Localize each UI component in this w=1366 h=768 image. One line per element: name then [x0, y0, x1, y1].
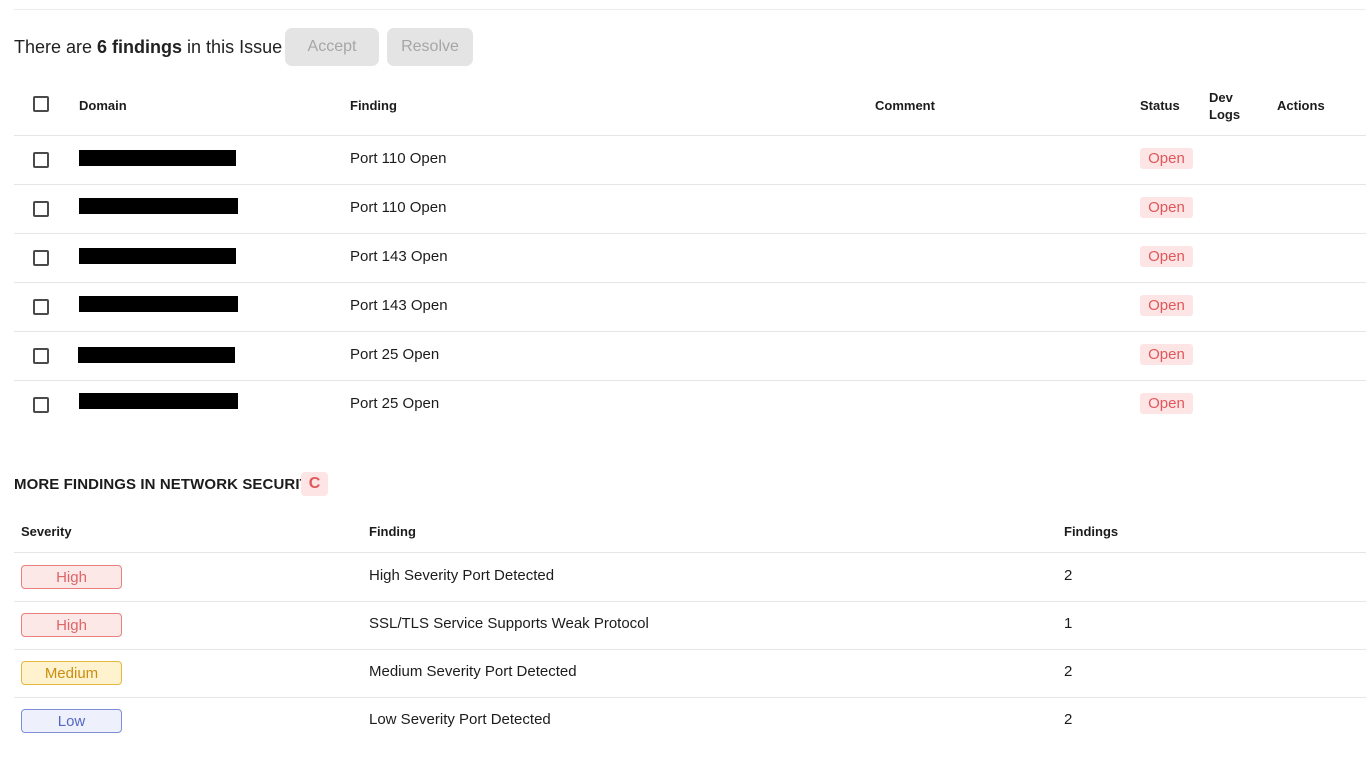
status-badge: Open — [1140, 393, 1193, 414]
status-badge: Open — [1140, 344, 1193, 365]
row-divider — [14, 331, 1366, 332]
row-divider — [14, 184, 1366, 185]
row-checkbox[interactable] — [33, 299, 49, 315]
mf-finding-count: 1 — [1064, 615, 1073, 632]
row-finding: Port 25 Open — [350, 395, 440, 412]
row-divider — [14, 380, 1366, 381]
mf-row-divider — [14, 601, 1366, 602]
row-finding: Port 25 Open — [350, 346, 440, 363]
severity-badge-high: High — [21, 565, 122, 589]
mf-header-divider — [14, 552, 1366, 553]
status-badge: Open — [1140, 148, 1193, 169]
row-checkbox[interactable] — [33, 348, 49, 364]
mf-finding-count: 2 — [1064, 663, 1073, 680]
redacted-domain — [79, 248, 236, 264]
findings-summary: There are 6 findings in this Issue — [14, 28, 282, 66]
summary-suffix: in this Issue — [182, 36, 283, 57]
dev-logs-line2: Logs — [1209, 107, 1241, 122]
dev-logs-line1: Dev — [1209, 90, 1233, 105]
redacted-domain — [79, 150, 236, 166]
mf-finding-count: 2 — [1064, 711, 1073, 728]
row-divider — [14, 282, 1366, 283]
row-checkbox[interactable] — [33, 397, 49, 413]
column-header-mf-finding[interactable]: Finding — [369, 524, 416, 539]
redacted-domain — [79, 393, 238, 409]
column-header-comment[interactable]: Comment — [875, 98, 935, 113]
select-all-checkbox[interactable] — [33, 96, 49, 112]
redacted-domain — [78, 347, 235, 363]
mf-finding-count: 2 — [1064, 567, 1073, 584]
column-header-dev-logs[interactable]: Dev Logs — [1209, 89, 1240, 123]
summary-count: 6 findings — [97, 36, 183, 57]
top-divider — [14, 9, 1366, 10]
column-header-status[interactable]: Status — [1140, 98, 1180, 113]
row-finding: Port 110 Open — [350, 150, 447, 167]
status-badge: Open — [1140, 246, 1193, 267]
row-checkbox[interactable] — [33, 201, 49, 217]
column-header-actions: Actions — [1277, 98, 1325, 113]
row-finding: Port 143 Open — [350, 297, 448, 314]
grade-badge: C — [301, 472, 328, 496]
severity-badge-high: High — [21, 613, 122, 637]
column-header-findings-count[interactable]: Findings — [1064, 524, 1118, 539]
column-header-finding[interactable]: Finding — [350, 98, 397, 113]
mf-row-divider — [14, 697, 1366, 698]
more-findings-title: MORE FINDINGS IN NETWORK SECURITY — [14, 475, 319, 493]
mf-row-divider — [14, 649, 1366, 650]
mf-finding-name[interactable]: Low Severity Port Detected — [369, 711, 551, 728]
status-badge: Open — [1140, 295, 1193, 316]
header-divider — [14, 135, 1366, 136]
redacted-domain — [79, 198, 238, 214]
status-badge: Open — [1140, 197, 1193, 218]
row-finding: Port 110 Open — [350, 199, 447, 216]
column-header-domain[interactable]: Domain — [79, 98, 127, 113]
row-finding: Port 143 Open — [350, 248, 448, 265]
row-checkbox[interactable] — [33, 152, 49, 168]
row-divider — [14, 233, 1366, 234]
mf-finding-name[interactable]: Medium Severity Port Detected — [369, 663, 577, 680]
mf-finding-name[interactable]: High Severity Port Detected — [369, 567, 554, 584]
column-header-severity[interactable]: Severity — [21, 524, 72, 539]
accept-button[interactable]: Accept — [285, 28, 379, 66]
mf-finding-name[interactable]: SSL/TLS Service Supports Weak Protocol — [369, 615, 649, 632]
summary-prefix: There are — [14, 36, 98, 57]
row-checkbox[interactable] — [33, 250, 49, 266]
severity-badge-low: Low — [21, 709, 122, 733]
resolve-button[interactable]: Resolve — [387, 28, 473, 66]
severity-badge-medium: Medium — [21, 661, 122, 685]
redacted-domain — [79, 296, 238, 312]
